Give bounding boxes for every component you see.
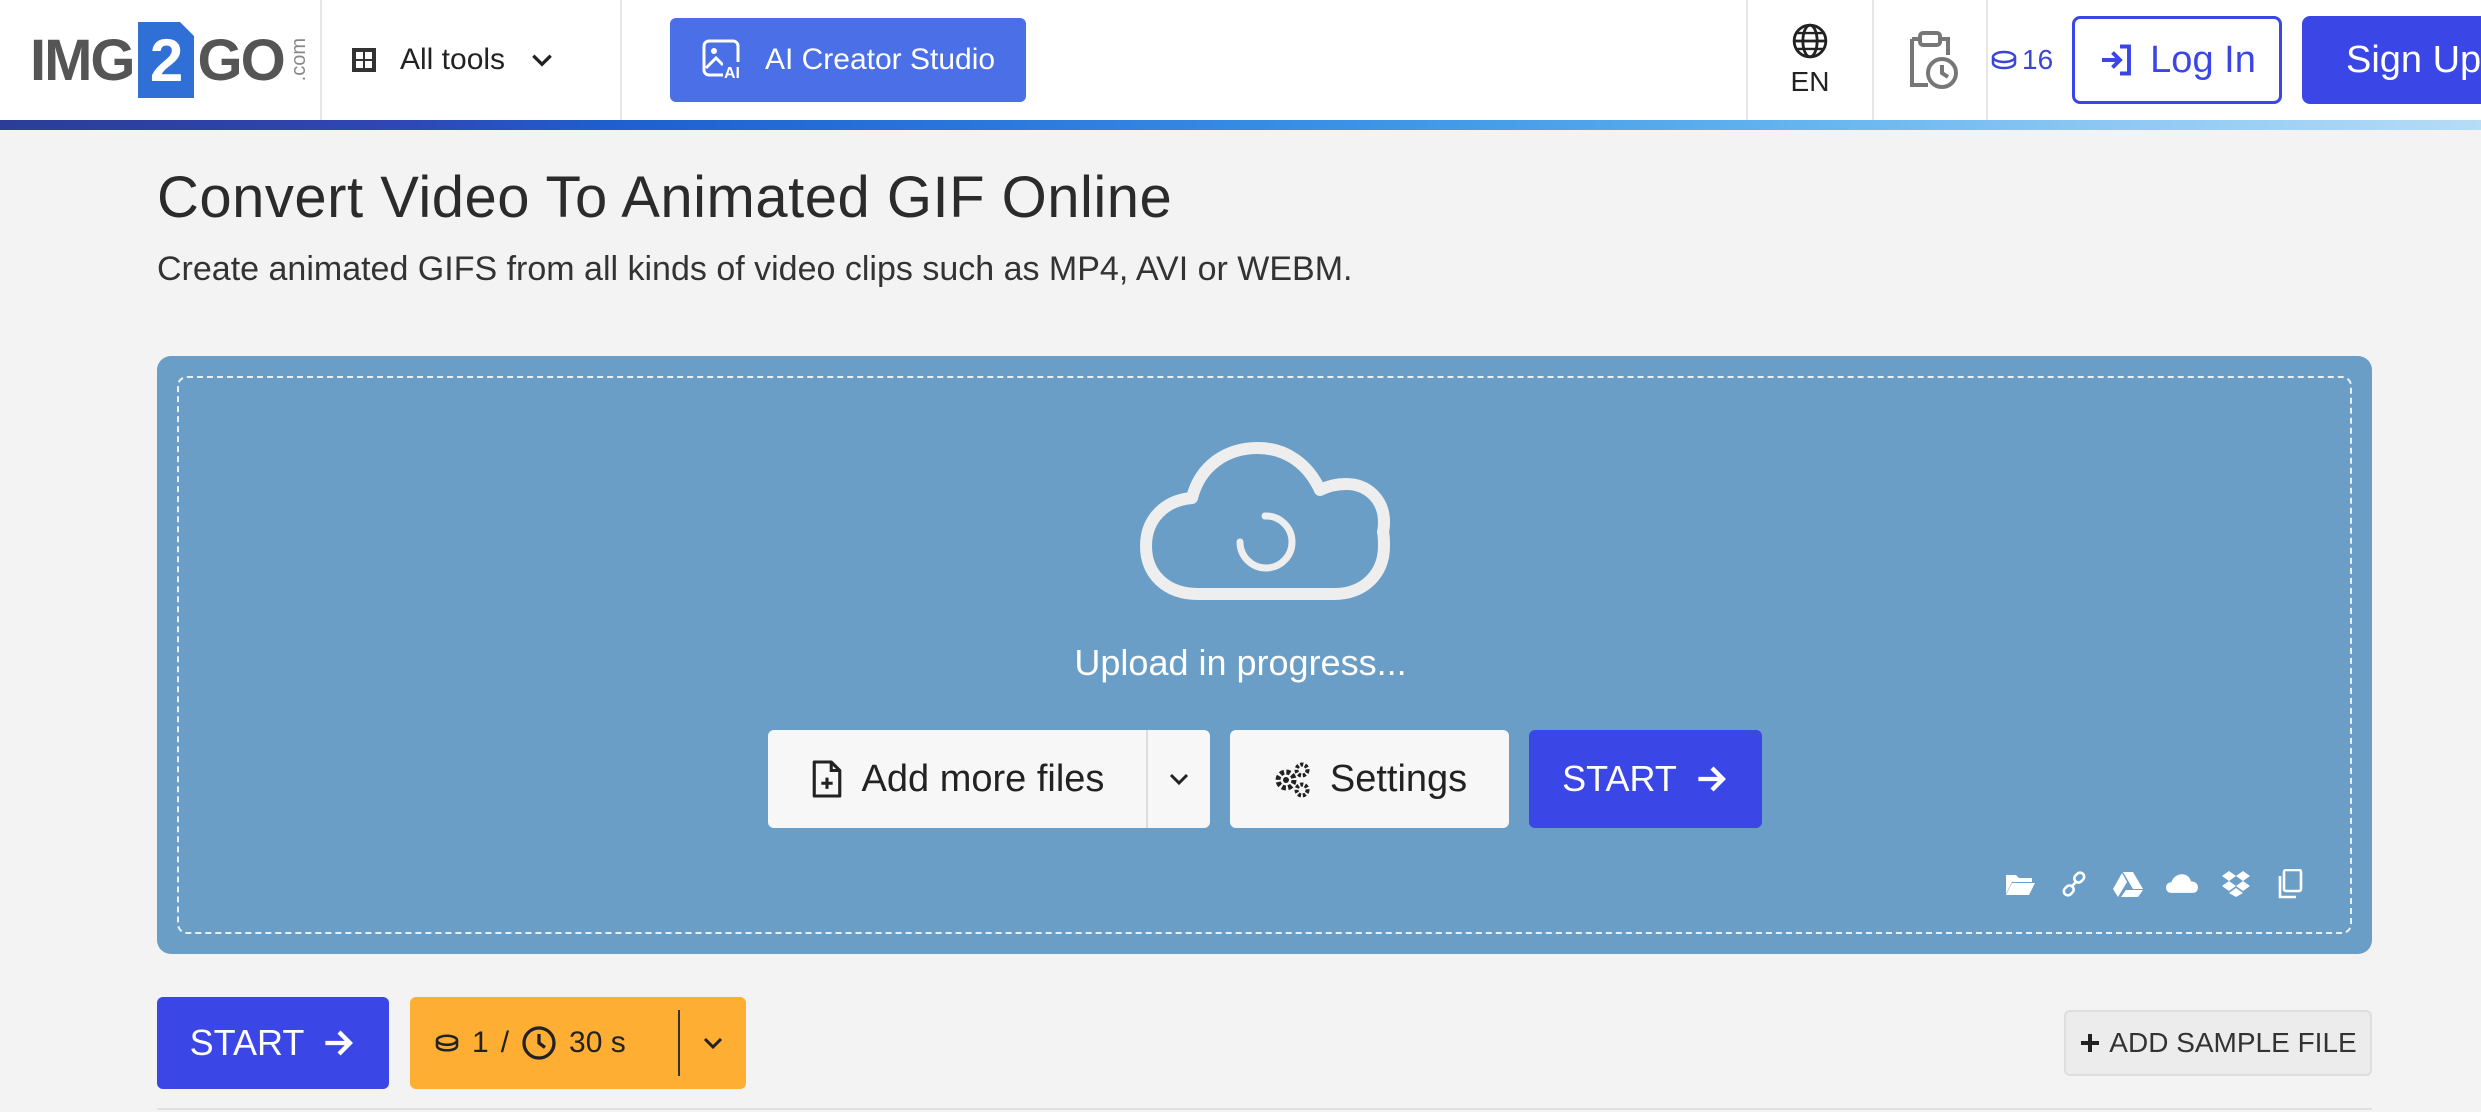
logo-text-left: IMG: [30, 27, 136, 93]
page-subtitle: Create animated GIFS from all kinds of v…: [157, 250, 1353, 288]
credits-count: 16: [2022, 44, 2054, 75]
settings-label: Settings: [1329, 757, 1468, 800]
all-tools-label: All tools: [400, 43, 506, 76]
clipboard-clock-icon: [1910, 31, 1958, 89]
conversion-cost-box: 1 / 30 s: [410, 997, 746, 1089]
login-button[interactable]: Log In: [2072, 16, 2282, 104]
conversion-cost: 1 / 30 s: [410, 1010, 680, 1076]
start-button[interactable]: START: [1529, 730, 1762, 828]
cost-separator: /: [500, 1026, 510, 1059]
coin-icon: [435, 1034, 459, 1052]
history-button[interactable]: [1874, 0, 1986, 120]
credits-indicator[interactable]: 16: [1990, 0, 2053, 120]
clipboard-icon[interactable]: [2274, 868, 2306, 900]
login-label: Log In: [2150, 38, 2256, 81]
add-more-files-label: Add more files: [861, 757, 1105, 800]
header: IMG 2 GO .com All tools AI AI Creator St…: [0, 0, 2481, 120]
add-more-files-button[interactable]: Add more files: [768, 730, 1148, 828]
cloud-upload-icon: [1140, 442, 1390, 600]
chevron-down-icon: [532, 54, 552, 67]
upload-sources: [2004, 868, 2306, 900]
google-drive-icon[interactable]: [2112, 868, 2144, 900]
add-sample-file-button[interactable]: ADD SAMPLE FILE: [2064, 1010, 2372, 1076]
coin-icon: [1991, 50, 2017, 70]
header-stripe: [0, 120, 2481, 130]
grid-icon: [352, 48, 376, 72]
plus-icon: [2081, 1034, 2100, 1052]
dropbox-icon[interactable]: [2220, 868, 2252, 900]
header-divider: [1986, 0, 1988, 120]
language-label: EN: [1790, 66, 1830, 97]
start-label: START: [1562, 758, 1677, 799]
add-files-dropdown[interactable]: [1148, 730, 1210, 828]
logo-text-right: GO: [197, 27, 286, 93]
logo[interactable]: IMG 2 GO .com: [30, 20, 311, 100]
onedrive-icon[interactable]: [2166, 868, 2198, 900]
chevron-down-icon: [1169, 773, 1189, 786]
logo-suffix: .com: [287, 38, 310, 82]
start-button-bottom[interactable]: START: [157, 997, 389, 1089]
signup-label: Sign Up: [2346, 38, 2481, 81]
gears-icon: [1275, 762, 1310, 798]
logo-text-mid: 2: [137, 22, 194, 98]
arrow-right-icon: [1698, 766, 1726, 792]
sign-in-icon: [2102, 44, 2132, 76]
settings-button[interactable]: Settings: [1230, 730, 1509, 828]
ai-creator-studio-label: AI Creator Studio: [764, 43, 996, 76]
add-sample-file-label: ADD SAMPLE FILE: [2109, 1027, 2357, 1058]
chevron-down-icon: [703, 1037, 723, 1050]
page-title: Convert Video To Animated GIF Online: [157, 165, 1173, 230]
cost-dropdown[interactable]: [680, 997, 746, 1089]
globe-icon: [1792, 23, 1828, 59]
all-tools-menu[interactable]: All tools: [352, 0, 555, 120]
upload-status-text: Upload in progress...: [1074, 642, 1407, 683]
ai-creator-studio-button[interactable]: AI AI Creator Studio: [670, 18, 1026, 102]
header-divider: [620, 0, 622, 120]
add-files-group: Add more files: [768, 730, 1210, 828]
svg-text:AI: AI: [724, 65, 740, 82]
conversion-time: 30 s: [569, 1026, 626, 1059]
signup-button[interactable]: Sign Up: [2302, 16, 2481, 104]
start-label: START: [189, 1022, 305, 1063]
arrow-right-icon: [325, 1030, 354, 1056]
ai-image-icon: AI: [702, 39, 745, 82]
credits-cost: 1: [472, 1026, 489, 1059]
language-selector[interactable]: EN: [1748, 0, 1872, 120]
folder-icon[interactable]: [2004, 868, 2036, 900]
link-icon[interactable]: [2058, 868, 2090, 900]
clock-icon: [522, 1026, 556, 1060]
content-divider: [157, 1108, 2372, 1110]
file-plus-icon: [812, 760, 841, 798]
header-divider: [320, 0, 322, 120]
